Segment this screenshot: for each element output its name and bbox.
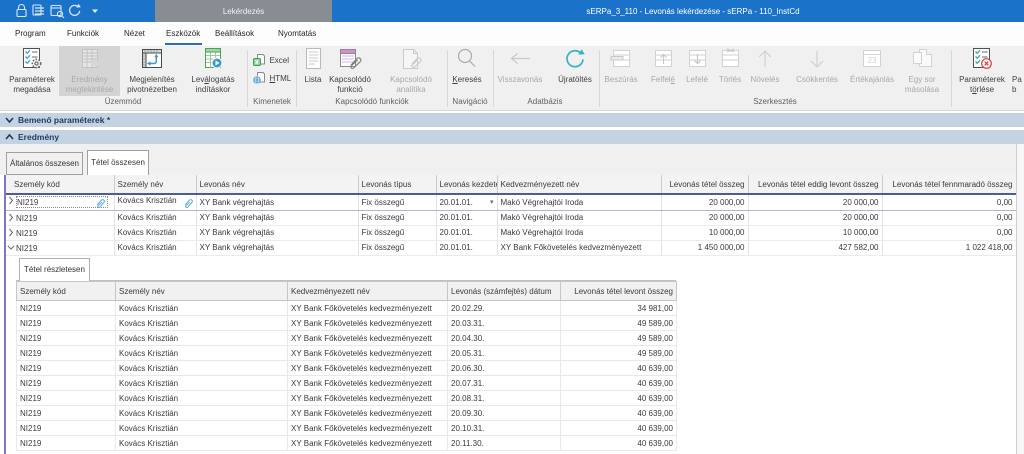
svg-text:23: 23 [868, 56, 877, 65]
